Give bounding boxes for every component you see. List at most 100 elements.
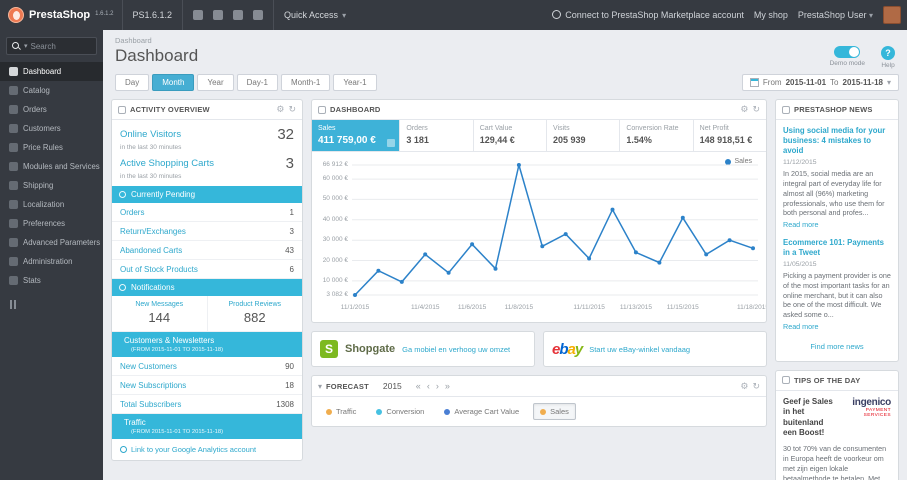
news-title: PRESTASHOP NEWS: [794, 105, 873, 114]
shopgate-link[interactable]: Ga mobiel en verhoog uw omzet: [402, 345, 510, 354]
refresh-icon[interactable]: ↻: [752, 105, 760, 114]
sidebar-item-label: Customers: [23, 124, 61, 133]
sidebar-item-preferences[interactable]: Preferences: [0, 214, 103, 233]
customers-row-new-subscriptions[interactable]: New Subscriptions 18: [112, 376, 302, 395]
pending-row-returns[interactable]: Return/Exchanges 3: [112, 222, 302, 241]
breadcrumb[interactable]: Dashboard: [115, 36, 899, 45]
marketplace-link[interactable]: Connect to PrestaShop Marketplace accoun…: [552, 10, 744, 20]
y-axis-tick: 3 082 €: [326, 291, 348, 298]
cart-icon[interactable]: [193, 10, 204, 20]
toggle-average-cart-value[interactable]: Average Cart Value: [438, 404, 525, 419]
pending-row-abandoned-carts[interactable]: Abandoned Carts 43: [112, 241, 302, 260]
read-more-link[interactable]: Read more: [783, 322, 891, 331]
user-menu[interactable]: PrestaShop User ▾: [798, 10, 873, 20]
prev-page-icon[interactable]: ‹: [427, 381, 430, 391]
x-axis-tick: 11/15/2015: [666, 304, 699, 311]
caret-down-icon[interactable]: ▾: [318, 382, 322, 391]
sidebar-item-orders[interactable]: Orders: [0, 100, 103, 119]
filter-month-1-button[interactable]: Month-1: [280, 74, 331, 91]
sidebar-collapse-icon[interactable]: [10, 300, 103, 309]
main-content: Dashboard Dashboard Demo mode ? Help Day…: [103, 30, 907, 480]
pending-row-out-of-stock[interactable]: Out of Stock Products 6: [112, 260, 302, 279]
filter-year-button[interactable]: Year: [197, 74, 234, 91]
kpi-visits[interactable]: Visits 205 939: [547, 120, 621, 151]
gear-icon[interactable]: ⚙: [740, 105, 748, 114]
sidebar-item-label: Orders: [23, 105, 47, 114]
kpi-sales[interactable]: Sales 411 759,00 €: [312, 120, 401, 151]
rocket-icon[interactable]: [253, 10, 264, 20]
pending-row-orders[interactable]: Orders 1: [112, 203, 302, 222]
filter-day-1-button[interactable]: Day-1: [236, 74, 278, 91]
gear-icon[interactable]: ⚙: [276, 105, 284, 114]
sidebar-item-catalog[interactable]: Catalog: [0, 81, 103, 100]
sidebar-item-dashboard[interactable]: Dashboard: [0, 62, 103, 81]
filter-month-button[interactable]: Month: [152, 74, 195, 91]
toggle-traffic[interactable]: Traffic: [320, 404, 362, 419]
refresh-icon[interactable]: ↻: [752, 381, 760, 391]
stats-icon: [9, 276, 18, 285]
customers-row-total-subscribers[interactable]: Total Subscribers 1308: [112, 395, 302, 414]
ebay-link[interactable]: Start uw eBay-winkel vandaag: [589, 345, 690, 354]
toggle-label: Sales: [550, 407, 569, 416]
article-title-link[interactable]: Ecommerce 101: Payments in a Tweet: [783, 238, 891, 258]
forecast-year-select[interactable]: 2015: [383, 381, 402, 391]
shipping-icon: [9, 181, 18, 190]
y-axis: 66 912 € 60 000 € 50 000 € 40 000 € 30 000 €…: [312, 161, 352, 302]
dashboard-icon: [318, 105, 326, 114]
read-more-link[interactable]: Read more: [783, 220, 891, 229]
toggle-conversion[interactable]: Conversion: [370, 404, 430, 419]
sidebar-item-modules[interactable]: Modules and Services: [0, 157, 103, 176]
google-analytics-link[interactable]: Link to your Google Analytics account: [112, 439, 302, 460]
forecast-legend: Traffic Conversion Average Cart Value Sa…: [312, 397, 766, 426]
first-page-icon[interactable]: «: [416, 381, 421, 391]
online-visitors-link[interactable]: Online Visitors: [120, 129, 181, 140]
refresh-icon[interactable]: ↻: [288, 105, 296, 114]
find-more-news-link[interactable]: Find more news: [783, 340, 891, 355]
sidebar-item-advanced-parameters[interactable]: Advanced Parameters: [0, 233, 103, 252]
help-icon[interactable]: ?: [881, 46, 895, 60]
article-excerpt: Picking a payment provider is one of the…: [783, 271, 891, 320]
clock-icon: [119, 191, 126, 198]
next-page-icon[interactable]: ›: [436, 381, 439, 391]
demo-mode-toggle[interactable]: [834, 46, 861, 58]
article-title-link[interactable]: Using social media for your business: 4 …: [783, 126, 891, 156]
row-value: 6: [289, 264, 294, 274]
forecast-panel: ▾ FORECAST 2015 « ‹ › » ⚙ ↻ Traffic Conv…: [311, 375, 767, 427]
add-quick-icon[interactable]: [233, 10, 244, 20]
chevron-down-icon: ▾: [886, 78, 891, 87]
sidebar-item-localization[interactable]: Localization: [0, 195, 103, 214]
product-reviews-cell[interactable]: Product Reviews 882: [206, 296, 303, 331]
kpi-conversion-rate[interactable]: Conversion Rate 1.54%: [620, 120, 694, 151]
sidebar-item-shipping[interactable]: Shipping: [0, 176, 103, 195]
sidebar-item-price-rules[interactable]: Price Rules: [0, 138, 103, 157]
date-range-picker[interactable]: From 2015-11-01 To 2015-11-18 ▾: [741, 74, 899, 91]
user-label: PrestaShop User: [797, 10, 867, 20]
customers-quick-icon[interactable]: [213, 10, 224, 20]
last-page-icon[interactable]: »: [445, 381, 450, 391]
search-input[interactable]: [30, 41, 83, 51]
sidebar-item-administration[interactable]: Administration: [0, 252, 103, 271]
chevron-down-icon: ▾: [342, 10, 347, 20]
kpi-label: Net Profit: [699, 125, 729, 132]
x-axis-tick: 11/8/2015: [504, 304, 534, 311]
sidebar-item-stats[interactable]: Stats: [0, 271, 103, 290]
my-shop-link[interactable]: My shop: [754, 10, 788, 20]
kpi-net-profit[interactable]: Net Profit 148 918,51 €: [694, 120, 766, 151]
toggle-sales[interactable]: Sales: [533, 403, 576, 420]
sidebar-item-customers[interactable]: Customers: [0, 119, 103, 138]
quick-access-menu[interactable]: Quick Access ▾: [273, 0, 356, 30]
new-messages-cell[interactable]: New Messages 144: [112, 296, 207, 331]
gear-icon[interactable]: ⚙: [740, 381, 748, 391]
orders-icon: [9, 105, 18, 114]
customers-row-new-customers[interactable]: New Customers 90: [112, 357, 302, 376]
filter-year-1-button[interactable]: Year-1: [333, 74, 377, 91]
filter-day-button[interactable]: Day: [115, 74, 150, 91]
kpi-cart-value[interactable]: Cart Value 129,44 €: [474, 120, 548, 151]
avatar[interactable]: [883, 6, 901, 24]
shopgate-promo[interactable]: S Shopgate Ga mobiel en verhoog uw omzet: [311, 331, 535, 367]
kpi-orders[interactable]: Orders 3 181: [400, 120, 474, 151]
active-carts-link[interactable]: Active Shopping Carts: [120, 158, 214, 169]
search-box[interactable]: ▾: [6, 37, 97, 55]
ebay-promo[interactable]: ebay Start uw eBay-winkel vandaag: [543, 331, 767, 367]
brand[interactable]: PrestaShop 1.6.1.2: [0, 7, 122, 23]
